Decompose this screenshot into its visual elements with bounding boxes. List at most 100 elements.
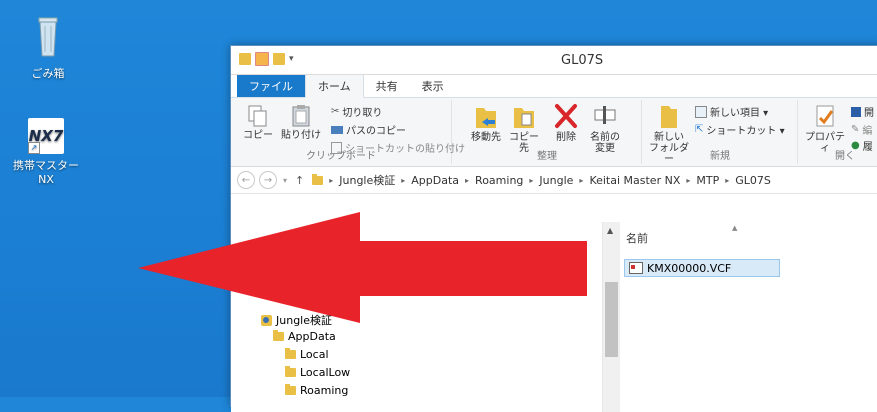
title-bar[interactable]: ▾ GL07S: [231, 46, 877, 75]
cut-button[interactable]: ✂ 切り取り: [331, 104, 382, 119]
easy-access-button[interactable]: ⇱ ショートカット ▾: [695, 122, 785, 137]
folder-icon: [285, 384, 296, 395]
easy-access-label: ショートカット ▾: [706, 126, 785, 137]
open-label: 開: [864, 108, 874, 119]
scissors-icon: ✂: [331, 106, 340, 117]
delete-button[interactable]: 削除: [551, 102, 581, 143]
folder-icon: [312, 173, 324, 185]
copy-path-label: パスのコピー: [346, 126, 406, 137]
breadcrumb-item[interactable]: Jungle: [539, 174, 573, 187]
ribbon-tabs: ファイル ホーム 共有 表示: [231, 74, 877, 98]
breadcrumb-item[interactable]: Roaming: [475, 174, 523, 187]
tab-view[interactable]: 表示: [410, 75, 456, 97]
breadcrumb-item[interactable]: AppData: [411, 174, 459, 187]
file-name: KMX00000.VCF: [647, 261, 732, 275]
new-item-label: 新しい項目 ▾: [710, 108, 769, 119]
tree-item-local[interactable]: Local: [285, 348, 329, 361]
open-caption: 開く: [835, 151, 855, 162]
copy-icon: [248, 105, 267, 127]
scrollbar-thumb[interactable]: [605, 282, 618, 357]
tab-home[interactable]: ホーム: [305, 74, 364, 98]
breadcrumb-item[interactable]: MTP: [696, 174, 719, 187]
copy-path-button[interactable]: パスのコピー: [331, 122, 406, 137]
cut-label: 切り取り: [342, 108, 383, 119]
copy-button[interactable]: コピー: [243, 104, 273, 141]
navigation-pane: Jungle検証 AppData Local LocalLow Roaming: [231, 222, 619, 412]
clipboard-caption: クリップボード: [306, 151, 376, 162]
tree-item-label: Local: [300, 348, 329, 361]
forward-button[interactable]: →: [259, 171, 277, 189]
tree-item-jungle[interactable]: Jungle検証: [261, 312, 332, 328]
open-icon: [851, 106, 861, 117]
new-group: 新しい フォルダー 新しい項目 ▾ ⇱ ショートカット ▾ 新規: [643, 100, 798, 165]
breadcrumb-separator-icon[interactable]: ▸: [401, 176, 405, 185]
new-item-icon: [695, 105, 707, 118]
open-button[interactable]: 開: [851, 104, 874, 119]
breadcrumb-item[interactable]: Jungle検証: [339, 172, 395, 188]
move-to-label: 移動先: [471, 132, 501, 143]
new-item-button[interactable]: 新しい項目 ▾: [695, 104, 768, 119]
nav-pane-scrollbar[interactable]: ▲: [602, 222, 620, 412]
folder-icon: [285, 366, 296, 377]
copy-label: コピー: [243, 130, 273, 141]
path-icon: [331, 125, 343, 134]
tab-file[interactable]: ファイル: [237, 75, 305, 97]
delete-label: 削除: [556, 132, 576, 143]
address-bar[interactable]: ▸ Jungle検証 ▸ AppData ▸ Roaming ▸ Jungle …: [312, 170, 877, 190]
move-to-icon: [476, 108, 496, 128]
rename-icon: [594, 106, 616, 124]
breadcrumb-separator-icon[interactable]: ▸: [529, 176, 533, 185]
file-list: 名前 ▲ KMX00000.VCF: [620, 222, 877, 412]
folder-icon: [273, 330, 284, 341]
edit-button[interactable]: ✎ 編: [851, 122, 872, 137]
rename-label-line1: 名前の: [590, 132, 620, 143]
breadcrumb: Jungle検証 ▸ AppData ▸ Roaming ▸ Jungle ▸ …: [339, 172, 771, 188]
nx-shortcut-label: 携帯マスターNX: [13, 159, 79, 186]
forward-arrow-icon: →: [263, 174, 273, 186]
tree-item-label: LocalLow: [300, 366, 351, 379]
paste-button[interactable]: 貼り付け: [281, 104, 321, 141]
tree-item-roaming[interactable]: Roaming: [285, 384, 348, 397]
window-title: GL07S: [561, 53, 604, 68]
new-folder-label-line1: 新しい: [654, 132, 684, 143]
tree-item-appdata[interactable]: AppData: [273, 330, 336, 343]
breadcrumb-separator-icon[interactable]: ▸: [686, 176, 690, 185]
back-button[interactable]: ←: [237, 171, 255, 189]
paste-icon: [292, 105, 310, 127]
user-folder-icon: [261, 314, 272, 326]
breadcrumb-item[interactable]: GL07S: [735, 174, 771, 187]
scroll-up-icon[interactable]: ▲: [607, 226, 613, 235]
open-group: プロパティ 開 ✎ 編 ● 履 開く: [799, 100, 877, 164]
properties-icon: [816, 105, 834, 127]
clipboard-group: コピー 貼り付け ✂ 切り取り パスのコピー ショートカットの貼り付け クリップ…: [231, 100, 465, 164]
shortcut-icon: ⇱: [695, 124, 704, 135]
breadcrumb-item[interactable]: Keitai Master NX: [589, 174, 680, 187]
tab-share[interactable]: 共有: [364, 75, 410, 97]
file-item[interactable]: KMX00000.VCF: [624, 259, 780, 277]
recycle-bin[interactable]: ごみ箱: [8, 12, 88, 81]
breadcrumb-separator-icon[interactable]: ▸: [329, 176, 333, 185]
organize-group: 移動先 コピー先 削除 名前の 変更 整理: [453, 100, 642, 164]
nx-app-icon: NX7 ↗: [28, 118, 64, 154]
tree-item-label: AppData: [288, 330, 336, 343]
organize-caption: 整理: [537, 151, 557, 162]
breadcrumb-separator-icon[interactable]: ▸: [465, 176, 469, 185]
delete-icon: [555, 104, 577, 128]
breadcrumb-separator-icon[interactable]: ▸: [725, 176, 729, 185]
keitai-master-nx-shortcut[interactable]: NX7 ↗ 携帯マスターNX: [6, 118, 86, 186]
edit-label: 編: [862, 126, 873, 137]
breadcrumb-separator-icon[interactable]: ▸: [579, 176, 583, 185]
recycle-bin-icon: [38, 17, 58, 57]
move-to-button[interactable]: 移動先: [469, 102, 503, 143]
vcard-file-icon: [629, 262, 643, 274]
sort-ascending-icon: ▲: [732, 224, 738, 232]
tree-item-label: Jungle検証: [276, 314, 332, 327]
column-header-name[interactable]: 名前: [626, 230, 648, 246]
paste-label: 貼り付け: [281, 130, 321, 141]
recent-locations-icon[interactable]: ▾: [283, 176, 287, 185]
tree-item-locallow[interactable]: LocalLow: [285, 366, 350, 379]
back-arrow-icon: ←: [241, 174, 251, 186]
recycle-bin-label: ごみ箱: [31, 67, 65, 80]
folder-icon: [285, 348, 296, 359]
up-arrow-icon[interactable]: ↑: [295, 174, 304, 187]
